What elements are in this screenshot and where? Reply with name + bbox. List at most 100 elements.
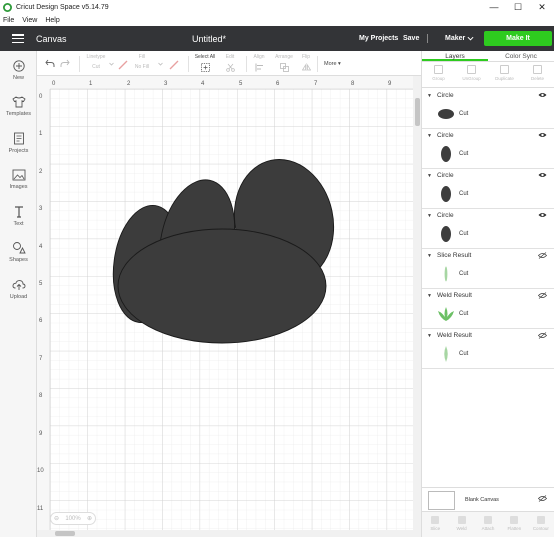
flatten-button[interactable]: Flatten [501,512,527,537]
edit-button[interactable]: Edit [222,54,238,72]
scrollbar-thumb[interactable] [55,531,75,536]
rail-new[interactable]: New [0,60,37,81]
eye-icon[interactable] [538,92,547,98]
align-label: Align [253,54,265,60]
canvas-swatch[interactable] [428,491,455,510]
chevron-down-icon[interactable] [467,35,474,42]
rail-projects[interactable]: Projects [0,132,37,154]
chevron-down-icon[interactable]: ▼ [427,93,432,99]
layer-thumbnail [441,146,451,162]
menu-view[interactable]: View [22,17,37,24]
menu-help[interactable]: Help [45,17,59,24]
arrange-dropdown[interactable]: Arrange [273,54,295,72]
arrange-icon [279,63,289,72]
menu-file[interactable]: File [3,17,14,24]
attach-button[interactable]: Attach [475,512,501,537]
maximize-button[interactable]: ☐ [506,0,530,15]
make-it-button[interactable]: Make It [484,31,552,46]
circle-shape[interactable] [117,228,327,344]
layer-operation: Cut [459,151,469,157]
rail-shapes[interactable]: Shapes [0,241,37,263]
redo-icon[interactable] [60,59,70,68]
layer-name: Circle [437,212,454,219]
linetype-label: Linetype [86,54,106,60]
weld-button[interactable]: Weld [448,512,474,537]
rail-upload[interactable]: Upload [0,279,37,300]
select-all-button[interactable]: Select All [193,54,217,72]
layer-item[interactable]: ▼ Circle Cut [422,209,554,249]
blank-canvas-label: Blank Canvas [465,497,499,503]
blank-canvas-layer[interactable]: Blank Canvas [422,487,554,511]
action-label: Slice [430,526,441,531]
rail-label: Templates [5,111,32,117]
align-icon [255,63,263,72]
horizontal-scrollbar[interactable] [37,530,413,537]
layers-panel: Layers Color Sync Group UnGroup Duplicat… [421,51,554,537]
rail-label: Shapes [9,257,28,263]
zoom-out-button[interactable]: ⊖ [54,515,59,522]
left-rail: New Templates Projects Images Text Shape… [0,51,37,537]
chevron-down-icon[interactable]: ▼ [427,133,432,139]
scrollbar-thumb[interactable] [415,98,420,126]
chevron-down-icon[interactable]: ▼ [427,253,432,259]
zoom-in-button[interactable]: ⊕ [87,515,92,522]
duplicate-button[interactable]: Duplicate [488,62,521,87]
vertical-scrollbar[interactable] [413,76,421,537]
my-projects-button[interactable]: My Projects [359,35,398,42]
rail-templates[interactable]: Templates [0,96,37,117]
layer-item[interactable]: ▼ Weld Result Cut [422,329,554,369]
more-button[interactable]: More ▾ [324,61,341,67]
rail-text[interactable]: Text [0,205,37,227]
linetype-dropdown[interactable]: Linetype Cut [85,54,107,70]
layer-item[interactable]: ▼ Weld Result Cut [422,289,554,329]
machine-selector[interactable]: Maker [445,35,465,42]
delete-button[interactable]: Delete [521,62,554,87]
rail-label: New [12,75,24,81]
slice-button[interactable]: Slice [422,512,448,537]
layer-operation: Cut [459,231,469,237]
layer-item[interactable]: ▼ Slice Result Cut [422,249,554,289]
tab-color-sync[interactable]: Color Sync [488,51,554,61]
eye-icon[interactable] [538,172,547,178]
edit-toolbar: Linetype Cut Fill No Fill Select All Edi… [37,51,421,76]
undo-icon[interactable] [45,59,55,68]
eye-hidden-icon[interactable] [538,332,547,339]
group-button[interactable]: Group [422,62,455,87]
chevron-down-icon[interactable]: ▼ [427,333,432,339]
eye-hidden-icon[interactable] [538,495,547,502]
rail-images[interactable]: Images [0,169,37,190]
contour-button[interactable]: Contour [528,512,554,537]
attach-icon [484,516,493,524]
chevron-down-icon[interactable]: ▼ [427,213,432,219]
layer-name: Slice Result [437,252,472,259]
eye-hidden-icon[interactable] [538,292,547,299]
eye-icon[interactable] [538,212,547,218]
duplicate-icon [500,65,509,74]
eye-hidden-icon[interactable] [538,252,547,259]
flip-icon [301,63,311,72]
action-label: Contour [532,526,549,531]
window-titlebar: Cricut Design Space v5.14.79 — ☐ ✕ [0,0,554,15]
flip-dropdown[interactable]: Flip [300,54,312,72]
select-all-label: Select All [194,54,216,60]
canvas-grid: 0 1 2 3 4 5 6 7 8 9 0 1 2 3 4 5 6 7 8 9 … [37,76,413,537]
layer-item[interactable]: ▼ Circle Cut [422,89,554,129]
design-canvas[interactable]: 0 1 2 3 4 5 6 7 8 9 0 1 2 3 4 5 6 7 8 9 … [37,76,413,537]
group-icon [434,65,443,74]
close-button[interactable]: ✕ [530,0,554,15]
fill-dropdown[interactable]: Fill No Fill [133,54,151,70]
chevron-down-icon[interactable]: ▼ [427,293,432,299]
eye-icon[interactable] [538,132,547,138]
fill-color-icon[interactable] [169,60,179,70]
align-dropdown[interactable]: Align [250,54,268,72]
top-ruler [37,76,413,89]
linetype-color-icon[interactable] [118,60,128,70]
ungroup-button[interactable]: UnGroup [455,62,488,87]
layer-item[interactable]: ▼ Circle Cut [422,129,554,169]
chevron-down-icon[interactable]: ▼ [427,173,432,179]
edit-label: Edit [225,54,235,60]
save-button[interactable]: Save [403,35,419,42]
minimize-button[interactable]: — [482,0,506,15]
layer-item[interactable]: ▼ Circle Cut [422,169,554,209]
tab-layers[interactable]: Layers [422,51,488,61]
